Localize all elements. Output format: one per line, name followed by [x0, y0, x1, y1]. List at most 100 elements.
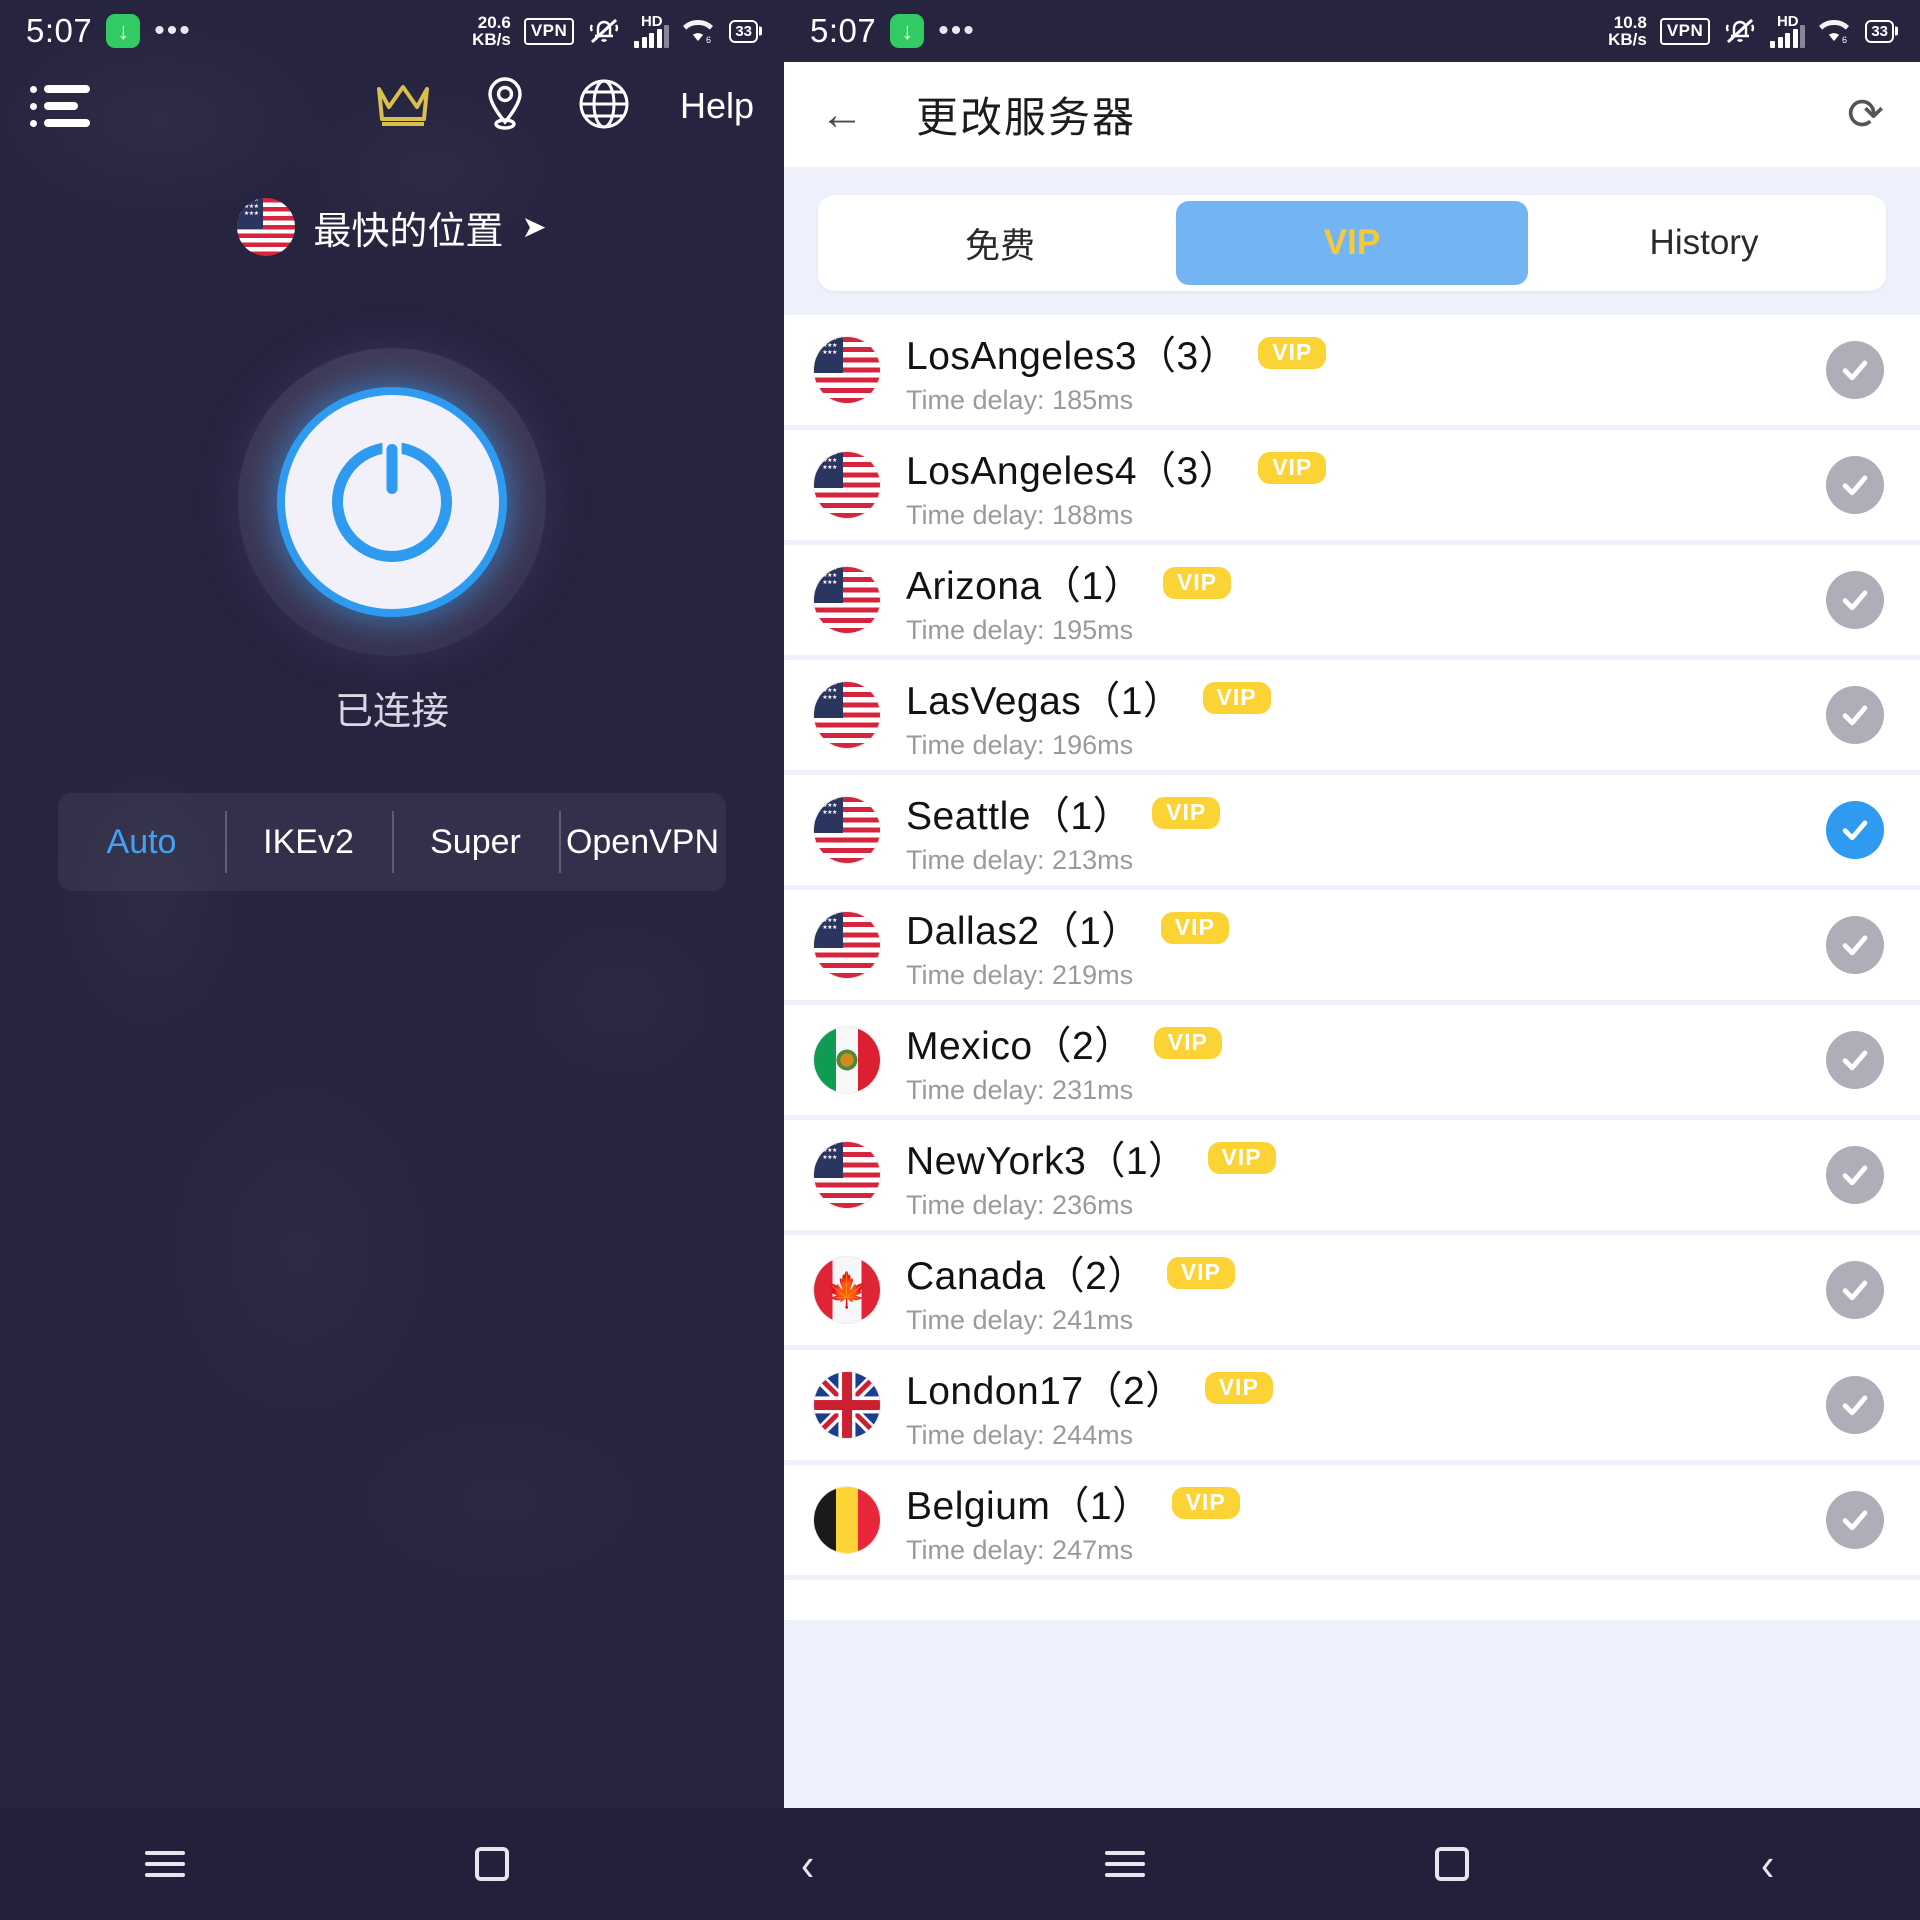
- uk-flag-icon: [814, 1372, 880, 1438]
- belgium-flag-icon: [814, 1487, 880, 1553]
- select-server-checkbox[interactable]: [1826, 686, 1884, 744]
- back-arrow-icon[interactable]: ←: [820, 92, 864, 137]
- svg-text:6: 6: [1842, 35, 1847, 44]
- server-name: Arizona（1）: [906, 564, 1143, 608]
- server-info: LosAngeles3（3） VIP Time delay: 185ms: [906, 325, 1826, 416]
- table-row[interactable]: Seattle（1） VIP Time delay: 213ms: [784, 775, 1920, 885]
- status-time: 5:07: [26, 12, 93, 49]
- location-pin-icon[interactable]: [482, 76, 528, 137]
- power-button-inner-ring[interactable]: [277, 387, 507, 617]
- server-name: NewYork3（1）: [906, 1139, 1188, 1183]
- table-row[interactable]: Arizona（1） VIP Time delay: 195ms: [784, 545, 1920, 655]
- signal-bars-icon: HD: [634, 14, 670, 48]
- power-button-outer-ring[interactable]: [238, 348, 546, 656]
- vip-badge: VIP: [1153, 1026, 1222, 1059]
- protocol-tab-super[interactable]: Super: [392, 793, 559, 891]
- bell-muted-icon: [587, 16, 621, 46]
- table-row[interactable]: Canada（2） VIP Time delay: 241ms: [784, 1235, 1920, 1345]
- table-row[interactable]: NewYork3（1） VIP Time delay: 236ms: [784, 1120, 1920, 1230]
- wifi-icon: 6: [682, 18, 714, 44]
- server-name-line: Canada（2） VIP: [906, 1245, 1826, 1301]
- globe-icon[interactable]: [578, 78, 630, 135]
- left-status-bar: 5:07 ↓ ••• 20.6 KB/s VPN HD 6 33: [0, 0, 784, 62]
- table-row[interactable]: London17（2） VIP Time delay: 244ms: [784, 1350, 1920, 1460]
- server-name-line: LasVegas（1） VIP: [906, 670, 1826, 726]
- status-right-cluster: 20.6 KB/s VPN HD 6 33: [472, 13, 758, 49]
- overflow-dots-icon: •••: [154, 14, 192, 47]
- refresh-icon[interactable]: ⟳: [1847, 92, 1884, 137]
- home-icon[interactable]: [475, 1847, 510, 1881]
- bell-muted-icon: [1723, 16, 1757, 46]
- server-info: Mexico（2） VIP Time delay: 231ms: [906, 1015, 1826, 1106]
- select-server-checkbox[interactable]: [1826, 1261, 1884, 1319]
- select-server-checkbox[interactable]: [1826, 341, 1884, 399]
- server-name-line: Seattle（1） VIP: [906, 785, 1826, 841]
- select-server-checkbox[interactable]: [1826, 571, 1884, 629]
- select-server-checkbox[interactable]: [1826, 1146, 1884, 1204]
- server-info: Arizona（1） VIP Time delay: 195ms: [906, 555, 1826, 646]
- server-delay: Time delay: 196ms: [906, 729, 1134, 760]
- tab-free[interactable]: 免费: [824, 201, 1176, 285]
- select-server-checkbox[interactable]: [1826, 916, 1884, 974]
- server-info: NewYork3（1） VIP Time delay: 236ms: [906, 1130, 1826, 1221]
- select-server-checkbox[interactable]: [1826, 1491, 1884, 1549]
- recents-icon[interactable]: [1105, 1851, 1146, 1877]
- recents-icon[interactable]: [145, 1851, 186, 1877]
- server-info: LosAngeles4（3） VIP Time delay: 188ms: [906, 440, 1826, 531]
- android-navigation-bar: ‹ ‹: [0, 1808, 1920, 1920]
- table-row[interactable]: Dallas2（1） VIP Time delay: 219ms: [784, 890, 1920, 1000]
- server-name: LosAngeles3（3）: [906, 334, 1239, 378]
- nav-right-half: ‹: [960, 1808, 1920, 1920]
- help-button[interactable]: Help: [680, 85, 754, 127]
- fastest-location-selector[interactable]: 最快的位置 ➤: [0, 198, 784, 256]
- net-speed-indicator: 10.8 KB/s: [1608, 12, 1647, 49]
- server-name-line: London17（2） VIP: [906, 1360, 1826, 1416]
- back-icon[interactable]: ‹: [801, 1841, 814, 1887]
- select-server-checkbox[interactable]: [1826, 1031, 1884, 1089]
- nav-left-half: ‹: [0, 1808, 960, 1920]
- table-row-partial[interactable]: [784, 1580, 1920, 1620]
- protocol-tab-openvpn[interactable]: OpenVPN: [559, 793, 726, 891]
- list-menu-icon[interactable]: [30, 85, 90, 127]
- mexico-flag-icon: [814, 1027, 880, 1093]
- select-server-checkbox[interactable]: [1826, 456, 1884, 514]
- server-name: Dallas2（1）: [906, 909, 1141, 953]
- vip-badge: VIP: [1207, 1141, 1276, 1174]
- tab-history[interactable]: History: [1528, 201, 1880, 285]
- table-row[interactable]: LosAngeles4（3） VIP Time delay: 188ms: [784, 430, 1920, 540]
- us-flag-icon: [814, 797, 880, 863]
- fastest-location-label: 最快的位置: [313, 210, 504, 253]
- table-row[interactable]: Mexico（2） VIP Time delay: 231ms: [784, 1005, 1920, 1115]
- home-icon[interactable]: [1435, 1847, 1470, 1881]
- vip-badge: VIP: [1202, 681, 1271, 714]
- select-server-checkbox[interactable]: [1826, 1376, 1884, 1434]
- table-row[interactable]: LosAngeles3（3） VIP Time delay: 185ms: [784, 315, 1920, 425]
- chevron-right-icon: ➤: [521, 210, 547, 244]
- protocol-tab-auto[interactable]: Auto: [58, 793, 225, 891]
- back-icon[interactable]: ‹: [1761, 1841, 1774, 1887]
- vpn-status-icon: VPN: [1659, 17, 1711, 45]
- server-name: Seattle（1）: [906, 794, 1133, 838]
- protocol-selector: Auto IKEv2 Super OpenVPN: [58, 793, 726, 891]
- server-delay: Time delay: 195ms: [906, 614, 1134, 645]
- us-flag-icon: [814, 682, 880, 748]
- crown-icon[interactable]: [374, 81, 432, 132]
- vip-badge: VIP: [1152, 796, 1221, 829]
- server-info: London17（2） VIP Time delay: 244ms: [906, 1360, 1826, 1451]
- net-speed-indicator: 20.6 KB/s: [472, 13, 511, 49]
- protocol-tab-ikev2[interactable]: IKEv2: [225, 793, 392, 891]
- net-speed-value: 10.8: [1613, 12, 1647, 32]
- server-tabs: 免费 VIP History: [818, 195, 1886, 291]
- canada-flag-icon: [814, 1257, 880, 1323]
- server-list: LosAngeles3（3） VIP Time delay: 185ms Los…: [784, 315, 1920, 1620]
- table-row[interactable]: Belgium（1） VIP Time delay: 247ms: [784, 1465, 1920, 1575]
- server-delay: Time delay: 213ms: [906, 844, 1134, 875]
- tab-vip[interactable]: VIP: [1176, 201, 1528, 285]
- net-speed-unit: KB/s: [472, 30, 511, 49]
- signal-bars-icon: HD: [1770, 14, 1806, 48]
- vip-badge: VIP: [1166, 1256, 1235, 1289]
- table-row[interactable]: LasVegas（1） VIP Time delay: 196ms: [784, 660, 1920, 770]
- vip-badge: VIP: [1258, 451, 1327, 484]
- select-server-checkbox-selected[interactable]: [1826, 801, 1884, 859]
- server-delay: Time delay: 188ms: [906, 499, 1134, 530]
